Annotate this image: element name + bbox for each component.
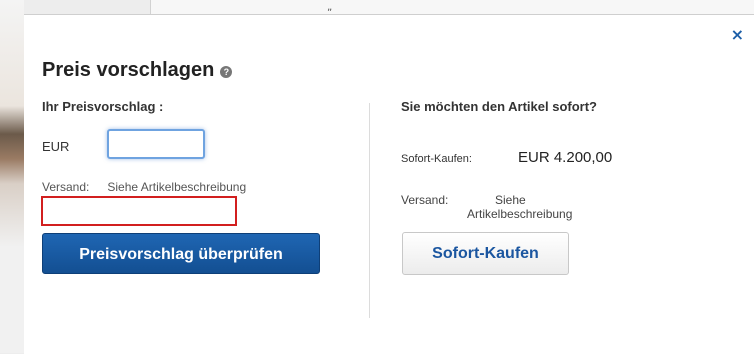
close-icon[interactable]: × — [731, 25, 744, 44]
buy-now-price-value: EUR 4.200,00 — [518, 149, 613, 166]
dialog-title-text: Preis vorschlagen — [42, 59, 215, 81]
buy-now-shipping-value-line1: Siehe — [495, 193, 526, 207]
buy-now-shipping-value-line2: Artikelbeschreibung — [467, 207, 573, 221]
buy-now-shipping-value: Siehe Artikelbeschreibung — [467, 193, 607, 221]
background-quote-mark: „ — [327, 2, 333, 13]
buy-now-heading: Sie möchten den Artikel sofort? — [401, 99, 597, 114]
error-highlight-box — [41, 196, 237, 226]
offer-price-input[interactable] — [107, 129, 205, 159]
offer-heading: Ihr Preisvorschlag : — [42, 99, 164, 114]
offer-shipping-value: Siehe Artikelbeschreibung — [107, 180, 247, 194]
buy-now-shipping-label: Versand: — [401, 193, 449, 207]
background-top-strip — [150, 0, 754, 14]
buy-now-button[interactable]: Sofort-Kaufen — [402, 232, 569, 275]
make-offer-dialog: × Preis vorschlagen ? Ihr Preisvorschlag… — [24, 14, 754, 354]
background-image-left — [0, 0, 24, 353]
currency-label: EUR — [42, 139, 70, 154]
column-divider — [369, 103, 370, 318]
offer-shipping-label: Versand: — [42, 180, 90, 194]
dialog-title: Preis vorschlagen ? — [42, 59, 233, 82]
offer-shipping: Versand: Siehe Artikelbeschreibung — [42, 180, 246, 194]
question-icon[interactable]: ? — [220, 66, 233, 78]
review-offer-button[interactable]: Preisvorschlag überprüfen — [42, 233, 320, 274]
buy-now-price-label: Sofort-Kaufen: — [401, 153, 472, 165]
